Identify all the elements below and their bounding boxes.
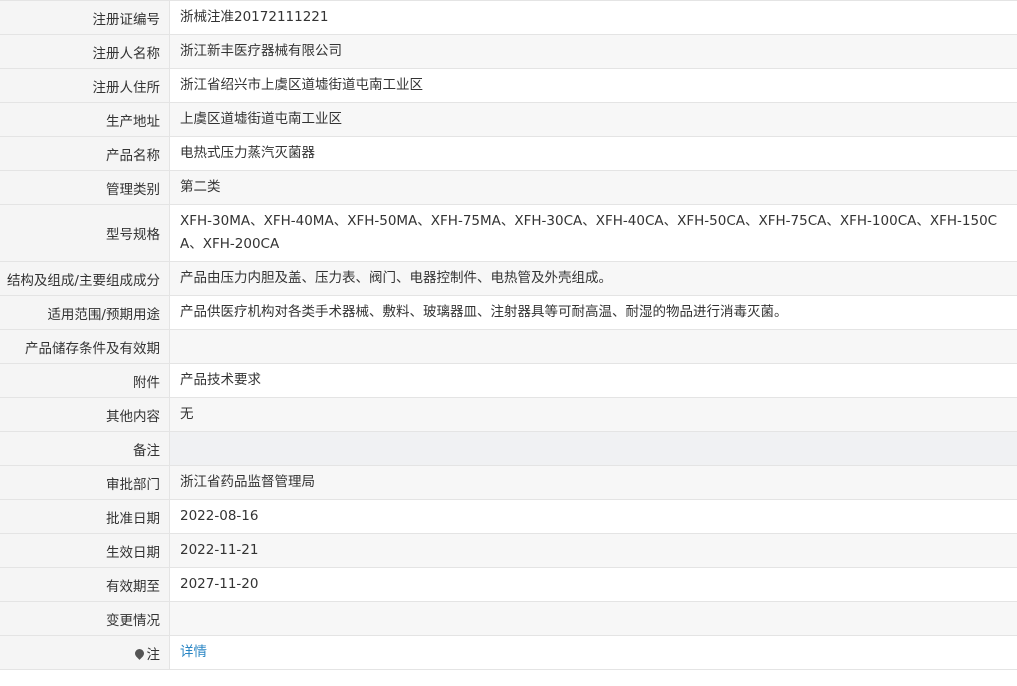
table-row-management-category: 管理类别 第二类 xyxy=(0,170,1017,205)
row-label: 注册人名称 xyxy=(0,34,170,69)
pin-icon xyxy=(132,647,146,660)
row-value: 浙江省绍兴市上虞区道墟街道屯南工业区 xyxy=(169,68,1017,103)
table-row-approval-date: 批准日期 2022-08-16 xyxy=(0,499,1017,534)
table-row-approval-department: 审批部门 浙江省药品监督管理局 xyxy=(0,465,1017,500)
row-value xyxy=(169,431,1017,466)
row-value: 上虞区道墟街道屯南工业区 xyxy=(169,102,1017,137)
row-value: 2022-11-21 xyxy=(169,533,1017,568)
note-label: 注 xyxy=(146,646,161,663)
row-value: 详情 xyxy=(169,635,1017,670)
row-label: 产品储存条件及有效期 xyxy=(0,329,170,364)
row-value: 产品供医疗机构对各类手术器械、敷料、玻璃器皿、注射器具等可耐高温、耐湿的物品进行… xyxy=(169,295,1017,330)
row-label: 生效日期 xyxy=(0,533,170,568)
table-row-structure-composition: 结构及组成/主要组成成分 产品由压力内胆及盖、压力表、阀门、电器控制件、电热管及… xyxy=(0,261,1017,296)
table-row-intended-use: 适用范围/预期用途 产品供医疗机构对各类手术器械、敷料、玻璃器皿、注射器具等可耐… xyxy=(0,295,1017,330)
row-value xyxy=(169,601,1017,636)
table-row-registration-number: 注册证编号 浙械注准20172111221 xyxy=(0,0,1017,35)
table-row-model-spec: 型号规格 XFH-30MA、XFH-40MA、XFH-50MA、XFH-75MA… xyxy=(0,204,1017,262)
table-row-other-content: 其他内容 无 xyxy=(0,397,1017,432)
table-row-change-status: 变更情况 xyxy=(0,601,1017,636)
table-row-attachment: 附件 产品技术要求 xyxy=(0,363,1017,398)
row-label: 注册证编号 xyxy=(0,0,170,35)
row-value xyxy=(169,329,1017,364)
row-label: 附件 xyxy=(0,363,170,398)
row-label: 审批部门 xyxy=(0,465,170,500)
table-row-registrant-name: 注册人名称 浙江新丰医疗器械有限公司 xyxy=(0,34,1017,69)
row-label: 批准日期 xyxy=(0,499,170,534)
table-row-remarks: 备注 xyxy=(0,431,1017,466)
row-value: XFH-30MA、XFH-40MA、XFH-50MA、XFH-75MA、XFH-… xyxy=(169,204,1017,262)
row-value: 浙械注准20172111221 xyxy=(169,0,1017,35)
table-row-production-address: 生产地址 上虞区道墟街道屯南工业区 xyxy=(0,102,1017,137)
row-value: 2027-11-20 xyxy=(169,567,1017,602)
table-row-registrant-address: 注册人住所 浙江省绍兴市上虞区道墟街道屯南工业区 xyxy=(0,68,1017,103)
table-row-note: 注 详情 xyxy=(0,635,1017,670)
row-value: 电热式压力蒸汽灭菌器 xyxy=(169,136,1017,171)
details-link[interactable]: 详情 xyxy=(180,644,207,660)
row-label: 变更情况 xyxy=(0,601,170,636)
table-row-storage-validity: 产品储存条件及有效期 xyxy=(0,329,1017,364)
row-label: 产品名称 xyxy=(0,136,170,171)
table-row-valid-until: 有效期至 2027-11-20 xyxy=(0,567,1017,602)
row-label: 备注 xyxy=(0,431,170,466)
row-value: 浙江新丰医疗器械有限公司 xyxy=(169,34,1017,69)
registration-detail-table: 注册证编号 浙械注准20172111221 注册人名称 浙江新丰医疗器械有限公司… xyxy=(0,0,1017,670)
row-value: 产品技术要求 xyxy=(169,363,1017,398)
table-row-effective-date: 生效日期 2022-11-21 xyxy=(0,533,1017,568)
row-label: 结构及组成/主要组成成分 xyxy=(0,261,170,296)
row-value: 产品由压力内胆及盖、压力表、阀门、电器控制件、电热管及外壳组成。 xyxy=(169,261,1017,296)
row-label: 注册人住所 xyxy=(0,68,170,103)
row-label: 适用范围/预期用途 xyxy=(0,295,170,330)
row-label: 型号规格 xyxy=(0,204,170,262)
row-value: 2022-08-16 xyxy=(169,499,1017,534)
row-value: 第二类 xyxy=(169,170,1017,205)
row-value: 无 xyxy=(169,397,1017,432)
row-label: 管理类别 xyxy=(0,170,170,205)
table-row-product-name: 产品名称 电热式压力蒸汽灭菌器 xyxy=(0,136,1017,171)
row-label: 生产地址 xyxy=(0,102,170,137)
row-label: 其他内容 xyxy=(0,397,170,432)
row-label: 有效期至 xyxy=(0,567,170,602)
row-label: 注 xyxy=(0,635,170,670)
row-value: 浙江省药品监督管理局 xyxy=(169,465,1017,500)
